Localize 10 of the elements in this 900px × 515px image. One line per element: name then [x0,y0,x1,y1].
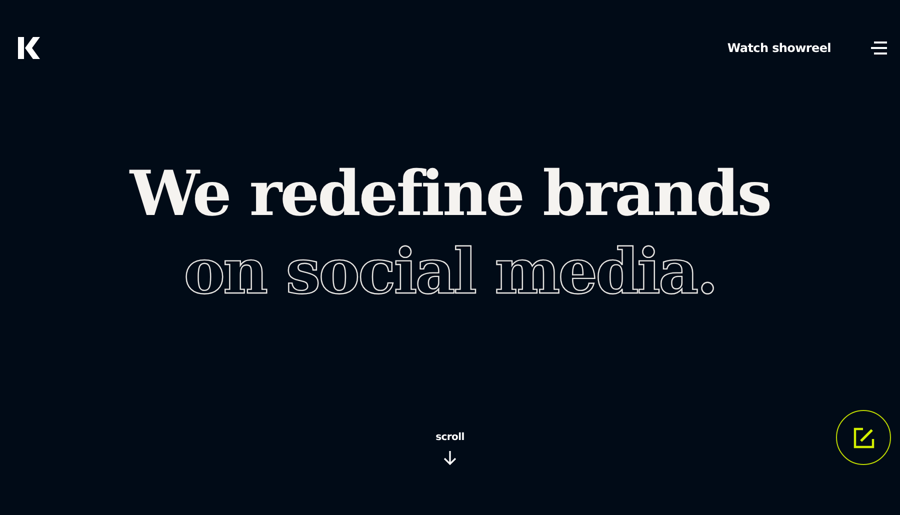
logo-icon[interactable] [18,37,40,59]
showreel-link[interactable]: Watch showreel [727,41,831,55]
edit-icon [852,426,874,448]
menu-icon [871,41,887,55]
scroll-label: scroll [436,432,464,443]
hero-subheading: on social media. [184,234,716,310]
edit-button[interactable] [836,410,891,465]
hero-heading: We redefine brands [130,156,770,232]
menu-button[interactable] [871,41,887,55]
arrow-down-icon [443,451,457,465]
